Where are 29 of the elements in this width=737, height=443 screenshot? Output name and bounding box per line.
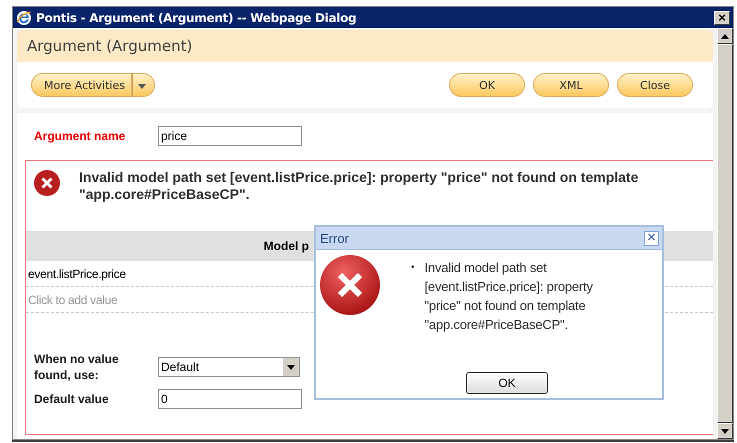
page-title: Argument (Argument): [27, 37, 192, 55]
bullet: •: [411, 261, 415, 275]
error-icon: [319, 254, 381, 316]
argument-name-field[interactable]: price: [158, 126, 302, 146]
error-message: Invalid model path set [event.listPrice.price]: property "price" not found on template "app.core#PriceBaseCP".: [424, 259, 594, 334]
scrollbar[interactable]: [717, 28, 733, 439]
close-button[interactable]: ×: [644, 230, 659, 246]
default-value-field[interactable]: 0: [158, 389, 302, 409]
field-label: Default value: [34, 391, 110, 407]
ok-button[interactable]: OK: [466, 372, 548, 394]
fallback-select[interactable]: Default: [158, 357, 300, 377]
error-message: Invalid model path set [event.listPrice.price]: property "price" not found on template "app.core#PriceBaseCP".: [79, 169, 639, 204]
scroll-up-icon: [721, 34, 729, 38]
toolbar-button[interactable]: Close: [617, 73, 693, 97]
close-button[interactable]: ×: [714, 10, 730, 24]
window-title: Pontis - Argument (Argument) -- Webpage Dialog: [36, 10, 358, 24]
browser-e-icon: [16, 10, 32, 26]
more-activities-button[interactable]: More Activities: [31, 73, 132, 97]
caret-icon: [287, 364, 295, 370]
field-label: Argument name: [33, 129, 126, 143]
scroll-down-icon: [721, 428, 729, 434]
toolbar-button[interactable]: XML: [533, 73, 609, 97]
dialog-title: Error: [320, 230, 349, 246]
field-label: When no value found, use:: [34, 351, 120, 383]
caret-icon: [138, 84, 146, 88]
error-icon: [33, 169, 61, 197]
toolbar-button[interactable]: OK: [449, 73, 525, 97]
column-header: Model p: [264, 239, 309, 253]
dropdown-button[interactable]: [132, 73, 155, 97]
